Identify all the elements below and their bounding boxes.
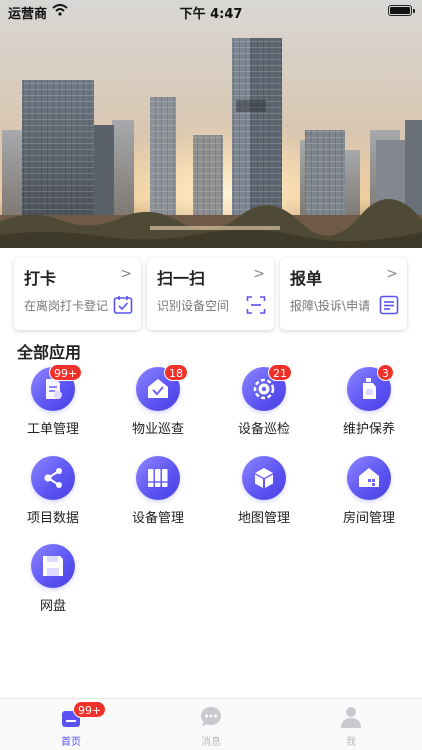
notification-badge: 21 bbox=[268, 364, 292, 381]
card-title: 打卡 bbox=[24, 269, 57, 288]
chevron-right-icon: > bbox=[120, 266, 132, 282]
calendar-check-icon bbox=[113, 296, 133, 314]
tab-label: 消息 bbox=[201, 737, 221, 748]
app-work-orders[interactable]: 99+ 工单管理 bbox=[13, 364, 93, 443]
document-list-icon bbox=[379, 295, 399, 315]
tab-label: 我 bbox=[346, 737, 356, 748]
notification-badge: 99+ bbox=[73, 701, 107, 718]
bottom-tab-bar: 99+ 首页 消息 我 bbox=[0, 698, 422, 750]
app-cloud-drive[interactable]: 网盘 bbox=[13, 544, 93, 620]
tab-profile[interactable]: 我 bbox=[311, 705, 391, 749]
section-title: 全部应用 bbox=[17, 343, 82, 362]
app-equipment-management[interactable]: 设备管理 bbox=[118, 456, 198, 532]
card-title: 扫一扫 bbox=[157, 269, 206, 288]
app-label: 工单管理 bbox=[26, 422, 79, 437]
city-skyline-illustration bbox=[0, 0, 422, 248]
app-label: 网盘 bbox=[39, 599, 66, 614]
tab-messages[interactable]: 消息 bbox=[171, 705, 251, 749]
hero-banner-image[interactable]: 运营商 下午 4:47 bbox=[0, 0, 422, 248]
app-label: 地图管理 bbox=[237, 511, 290, 526]
clock: 下午 4:47 bbox=[179, 7, 243, 22]
card-subtitle: 报障\投诉\申请 bbox=[290, 299, 371, 313]
app-home-screen: 运营商 下午 4:47 打卡 > 在离岗打卡登记 扫一扫 > 识别设备空间 报单… bbox=[0, 0, 422, 750]
app-label: 房间管理 bbox=[342, 511, 395, 526]
notification-badge: 3 bbox=[377, 364, 394, 381]
battery-icon bbox=[388, 5, 415, 16]
app-label: 项目数据 bbox=[26, 511, 79, 526]
quick-actions: 打卡 > 在离岗打卡登记 扫一扫 > 识别设备空间 报单 > 报障\投诉\申请 bbox=[14, 258, 408, 330]
app-project-data[interactable]: 项目数据 bbox=[13, 456, 93, 532]
cube-icon bbox=[242, 456, 286, 500]
chevron-right-icon: > bbox=[253, 266, 265, 282]
chat-bubble-icon bbox=[201, 707, 221, 727]
scan-icon bbox=[246, 296, 266, 314]
app-label: 设备巡检 bbox=[237, 422, 290, 437]
floppy-disk-icon bbox=[31, 544, 75, 588]
app-label: 物业巡查 bbox=[131, 422, 184, 437]
share-nodes-icon bbox=[31, 456, 75, 500]
app-label: 设备管理 bbox=[131, 511, 184, 526]
card-subtitle: 识别设备空间 bbox=[157, 299, 230, 313]
card-subtitle: 在离岗打卡登记 bbox=[24, 299, 109, 313]
app-equipment-inspection[interactable]: 21 设备巡检 bbox=[224, 364, 304, 443]
chevron-right-icon: > bbox=[386, 266, 398, 282]
binders-icon bbox=[136, 456, 180, 500]
notification-badge: 18 bbox=[164, 364, 188, 381]
report-card[interactable]: 报单 > 报障\投诉\申请 bbox=[280, 258, 407, 330]
app-property-patrol[interactable]: 18 物业巡查 bbox=[118, 364, 198, 443]
app-map-management[interactable]: 地图管理 bbox=[224, 456, 304, 532]
app-label: 维护保养 bbox=[342, 422, 395, 437]
tab-home[interactable]: 99+ 首页 bbox=[31, 701, 111, 749]
app-room-management[interactable]: 房间管理 bbox=[329, 456, 409, 532]
scan-card[interactable]: 扫一扫 > 识别设备空间 bbox=[147, 258, 274, 330]
person-icon bbox=[341, 707, 361, 728]
card-title: 报单 bbox=[290, 269, 323, 288]
app-maintenance[interactable]: 3 维护保养 bbox=[329, 364, 409, 443]
tab-label: 首页 bbox=[61, 737, 81, 748]
status-bar: 运营商 下午 4:47 bbox=[0, 0, 422, 22]
notification-badge: 99+ bbox=[49, 364, 83, 381]
clock-in-card[interactable]: 打卡 > 在离岗打卡登记 bbox=[14, 258, 141, 330]
house-icon bbox=[347, 456, 391, 500]
